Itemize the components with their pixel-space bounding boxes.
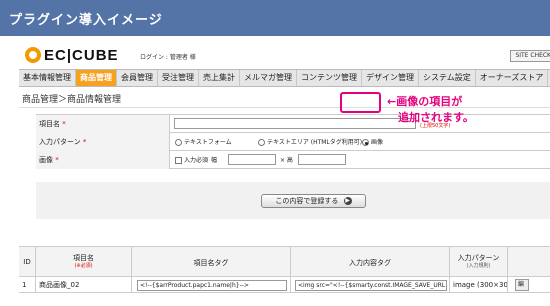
image-height-input[interactable] — [298, 154, 346, 165]
form-row-input-pattern: 入力パターン * テキストフォーム テキストエリア (HTMLタグ利用可) 画像 — [36, 133, 550, 151]
required-mark: * — [62, 120, 66, 128]
row-input-pattern: image (300×300) — [450, 277, 508, 293]
callout-line-2: 追加されます。 — [398, 111, 474, 124]
menu-item-contents[interactable]: コンテンツ管理 — [297, 70, 362, 86]
required-mark: * — [82, 138, 87, 146]
col-header-id: ID — [19, 247, 36, 277]
image-required-label: 入力必須 — [184, 157, 209, 164]
row-content-tag-input[interactable]: <img src="<!--{$smarty.const.IMAGE_SAVE_… — [295, 280, 447, 291]
callout-annotation: ←画像の項目が 追加されます。 — [387, 94, 474, 126]
item-name-input[interactable] — [174, 118, 416, 129]
menu-item-products[interactable]: 商品管理 — [76, 70, 117, 86]
col-header-item-name: 項目名 (※必須) — [36, 247, 132, 277]
item-name-label-cell: 項目名 * — [36, 115, 170, 133]
radio-icon[interactable] — [258, 139, 265, 146]
col-header-sublabel: (入力規則) — [466, 263, 491, 269]
login-status: ログイン : 管理者 様 — [140, 54, 196, 61]
app-header: EC|CUBE ログイン : 管理者 様 SITE CHECK — [19, 40, 550, 69]
row-name-tag-input[interactable]: <!--{$arrProduct.papc1.name|h}--> — [137, 280, 287, 291]
col-header-name-tag: 項目名タグ — [132, 247, 291, 277]
submit-area: この内容で登録する ▶ — [36, 182, 550, 219]
pattern-option-label: テキストフォーム — [184, 139, 232, 146]
site-check-button[interactable]: SITE CHECK — [510, 50, 550, 62]
required-mark: * — [55, 156, 59, 164]
main-menu: 基本情報管理 商品管理 会員管理 受注管理 売上集計 メルマガ管理 コンテンツ管… — [19, 69, 550, 87]
menu-item-sales[interactable]: 売上集計 — [199, 70, 240, 86]
input-pattern-label-cell: 入力パターン * — [36, 133, 170, 151]
image-label-cell: 画像 * — [36, 151, 170, 169]
save-button-label: この内容で登録する — [275, 197, 339, 205]
highlight-box — [340, 92, 381, 113]
row-edit-button[interactable]: 編 — [515, 279, 529, 291]
menu-item-basic[interactable]: 基本情報管理 — [19, 70, 76, 86]
menu-item-mailmagazine[interactable]: メルマガ管理 — [240, 70, 297, 86]
image-label: 画像 — [39, 156, 53, 164]
menu-item-customers[interactable]: 会員管理 — [117, 70, 158, 86]
image-required-option[interactable]: 入力必須 幅 — [175, 156, 217, 165]
col-header-label: 入力内容タグ — [349, 259, 391, 267]
checkbox-icon[interactable] — [175, 157, 182, 164]
arrow-right-icon: ▶ — [343, 197, 352, 205]
pattern-option-textform[interactable]: テキストフォーム — [175, 138, 232, 147]
menu-item-system[interactable]: システム設定 — [419, 70, 476, 86]
row-item-name: 商品画像_02 — [36, 277, 132, 293]
menu-item-ownersstore[interactable]: オーナーズストア — [476, 70, 549, 86]
col-header-input-pattern: 入力パターン (入力規則) — [450, 247, 508, 277]
radio-selected-icon[interactable] — [362, 139, 369, 146]
pattern-option-image[interactable]: 画像 — [362, 138, 383, 147]
callout-line-1: ←画像の項目が — [387, 95, 463, 108]
pattern-option-label: テキストエリア (HTMLタグ利用可) — [267, 139, 363, 146]
image-width-input[interactable] — [228, 154, 276, 165]
radio-icon[interactable] — [175, 139, 182, 146]
input-pattern-label: 入力パターン — [39, 138, 81, 146]
item-name-label: 項目名 — [39, 120, 60, 128]
col-header-content-tag: 入力内容タグ — [291, 247, 450, 277]
banner-title: プラグイン導入イメージ — [9, 13, 163, 28]
menu-item-orders[interactable]: 受注管理 — [158, 70, 199, 86]
col-header-sublabel: (※必須) — [74, 263, 93, 269]
col-header-label: 項目名タグ — [193, 259, 229, 267]
row-id: 1 — [19, 277, 36, 293]
item-table: ID 項目名 (※必須) 項目名タグ 入力内容タグ 入力パターン (入力規則) … — [19, 246, 550, 306]
logo: EC|CUBE — [25, 46, 119, 64]
width-label: 幅 — [211, 157, 218, 164]
save-button[interactable]: この内容で登録する ▶ — [261, 194, 366, 208]
header-banner: プラグイン導入イメージ — [0, 0, 550, 36]
height-label: × 高 — [280, 157, 293, 164]
pattern-option-label: 画像 — [371, 139, 384, 146]
col-header-label: ID — [23, 258, 31, 266]
col-header-actions — [508, 247, 550, 277]
logo-text: EC|CUBE — [44, 46, 119, 64]
form-row-image: 画像 * 入力必須 幅 × 高 — [36, 151, 550, 169]
logo-mark-icon — [25, 47, 41, 63]
admin-screenshot: EC|CUBE ログイン : 管理者 様 SITE CHECK 基本情報管理 商… — [19, 40, 550, 306]
pattern-option-textarea[interactable]: テキストエリア (HTMLタグ利用可) — [258, 138, 362, 147]
menu-item-design[interactable]: デザイン管理 — [362, 70, 419, 86]
